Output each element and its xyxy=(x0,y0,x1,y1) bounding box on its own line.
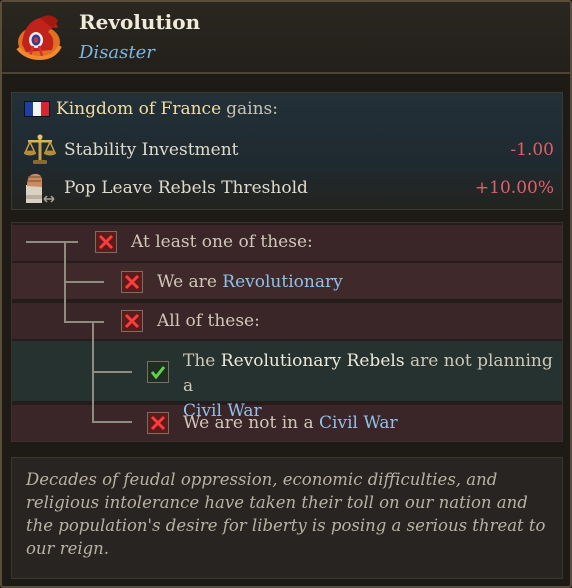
condition-any: At least one of these: xyxy=(95,231,313,253)
effects-panel: Kingdom of France gains: Stability Inves… xyxy=(11,92,563,210)
effect-label: Stability Investment xyxy=(64,140,239,160)
effect-label: Pop Leave Rebels Threshold xyxy=(64,178,308,198)
tree-connector xyxy=(92,371,132,373)
gains-suffix: gains: xyxy=(226,99,278,119)
condition-text: We are not in a xyxy=(183,413,320,433)
cross-icon xyxy=(121,271,143,293)
cross-icon xyxy=(95,231,117,253)
disaster-tooltip: Revolution Disaster Kingdom of France ga… xyxy=(0,0,572,588)
tree-connector xyxy=(64,281,104,283)
scales-icon xyxy=(22,133,58,167)
flavor-description: Decades of feudal oppression, economic d… xyxy=(11,457,563,579)
raised-fist-icon xyxy=(22,171,58,205)
tooltip-title: Revolution xyxy=(79,10,201,34)
effect-row: Pop Leave Rebels Threshold +10.00% xyxy=(22,171,554,205)
condition-all: All of these: xyxy=(121,310,260,332)
tooltip-subtitle: Disaster xyxy=(79,42,155,63)
country-name[interactable]: Kingdom of France xyxy=(56,99,221,119)
effect-row: Stability Investment -1.00 xyxy=(22,133,554,167)
revolutionary-link[interactable]: Revolutionary xyxy=(222,272,342,292)
tree-connector xyxy=(26,241,78,243)
tooltip-header: Revolution Disaster xyxy=(2,2,570,74)
condition-text: We are xyxy=(157,272,223,292)
revolutionary-rebels-link[interactable]: Revolutionary Rebels xyxy=(221,351,405,371)
tree-connector xyxy=(64,321,104,323)
cross-icon xyxy=(121,310,143,332)
condition-text: At least one of these: xyxy=(131,232,313,252)
civil-war-link[interactable]: Civil War xyxy=(319,413,398,433)
effect-value: -1.00 xyxy=(510,140,554,160)
condition-revolutionary: We are Revolutionary xyxy=(121,271,343,293)
condition-text: All of these: xyxy=(157,311,260,331)
condition-text: The xyxy=(183,351,216,371)
trigger-conditions-panel: At least one of these: We are Revolution… xyxy=(11,222,563,442)
cross-icon xyxy=(147,412,169,434)
condition-not-civil-war: We are not in a Civil War xyxy=(147,412,398,434)
effects-header: Kingdom of France gains: xyxy=(24,99,278,119)
effect-value: +10.00% xyxy=(474,178,554,198)
france-flag-icon xyxy=(24,101,50,117)
tree-connector xyxy=(92,421,132,423)
checkmark-icon xyxy=(147,361,169,383)
liberty-cap-icon xyxy=(12,10,66,64)
